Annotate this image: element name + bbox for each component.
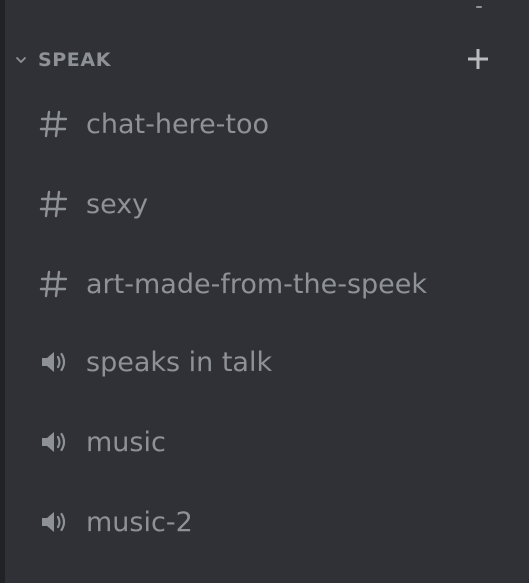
channel-label: chat-here-too bbox=[86, 109, 270, 140]
channel-item-music[interactable]: music bbox=[0, 404, 529, 484]
hash-icon bbox=[39, 190, 68, 218]
channel-label: sexy bbox=[86, 189, 149, 220]
channel-sidebar: SPEAK chat-here-too sexy art-made-from-t… bbox=[0, 0, 529, 583]
channel-label: music-2 bbox=[86, 507, 193, 538]
channel-item-speaks-in-talk[interactable]: speaks in talk bbox=[0, 324, 529, 404]
channel-label: music bbox=[86, 427, 166, 458]
speaker-icon bbox=[42, 352, 66, 372]
plus-icon[interactable] bbox=[464, 45, 492, 73]
channel-label: speaks in talk bbox=[86, 347, 273, 378]
channel-item-chat-here-too[interactable]: chat-here-too bbox=[0, 86, 529, 166]
speaker-icon bbox=[42, 512, 66, 532]
channel-item-music-2[interactable]: music-2 bbox=[0, 484, 529, 564]
channel-item-sexy[interactable]: sexy bbox=[0, 166, 529, 246]
category-label: SPEAK bbox=[38, 49, 112, 71]
category-header[interactable]: SPEAK bbox=[0, 42, 529, 78]
speaker-icon bbox=[42, 432, 66, 452]
hash-icon bbox=[39, 110, 68, 138]
channel-label: art-made-from-the-speek bbox=[86, 269, 428, 300]
chevron-down-icon[interactable] bbox=[14, 53, 28, 67]
scrollbar[interactable] bbox=[476, 6, 482, 8]
channel-item-art-made-from-the-speek[interactable]: art-made-from-the-speek bbox=[0, 246, 529, 326]
hash-icon bbox=[39, 270, 68, 298]
